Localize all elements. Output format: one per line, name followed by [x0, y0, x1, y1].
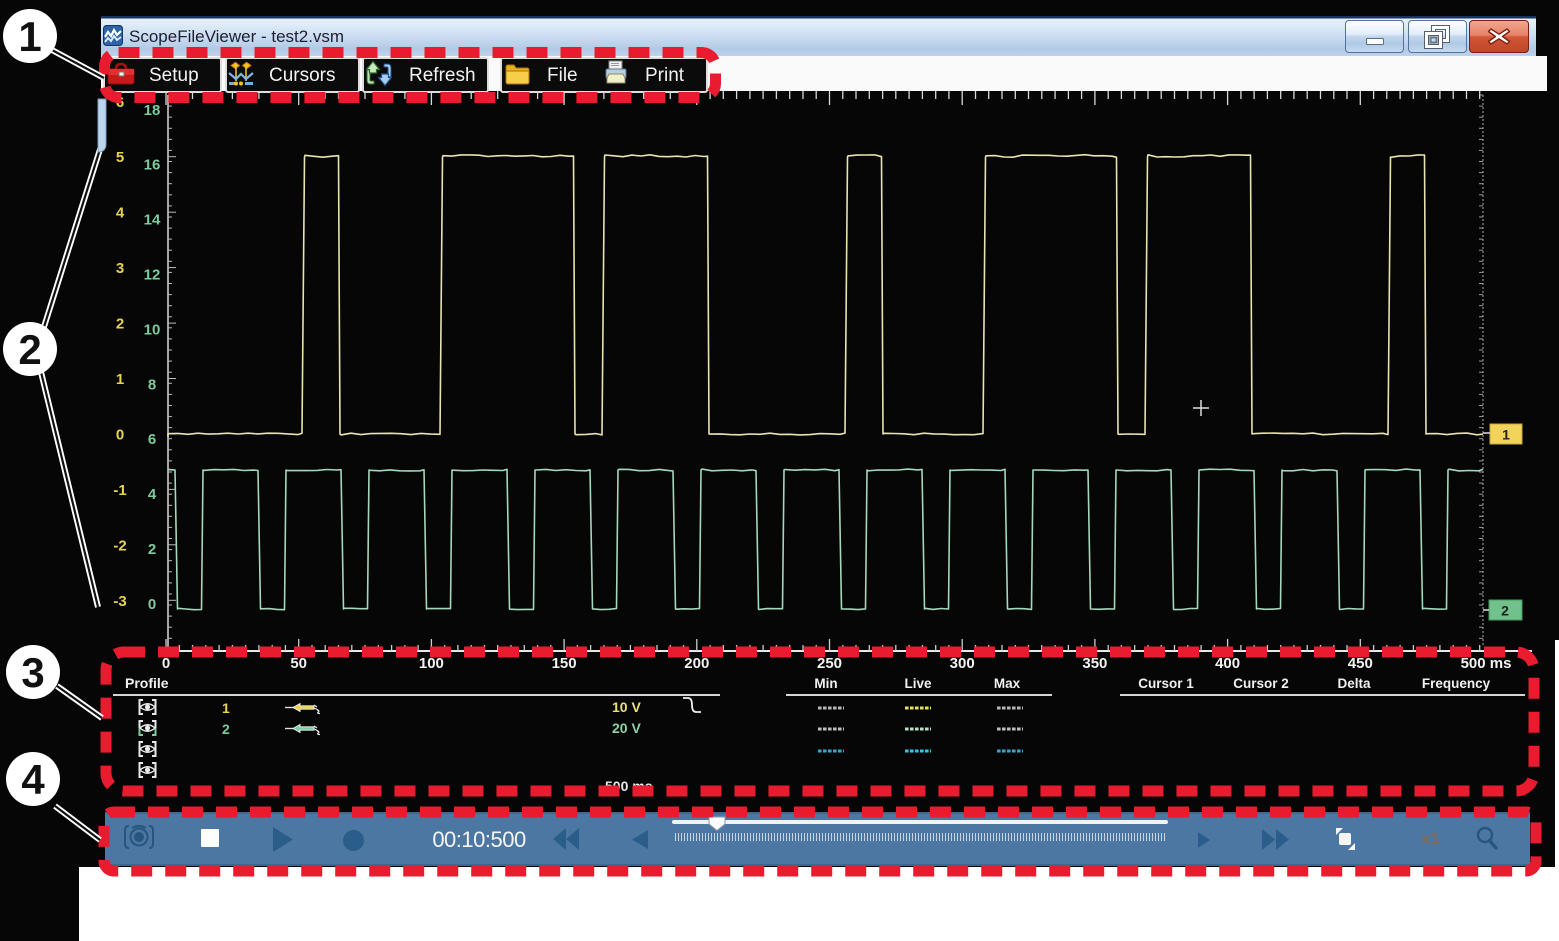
svg-text:4: 4 [21, 756, 45, 803]
svg-text:1: 1 [18, 13, 41, 60]
svg-text:3: 3 [21, 649, 44, 696]
svg-text:2: 2 [18, 326, 41, 373]
